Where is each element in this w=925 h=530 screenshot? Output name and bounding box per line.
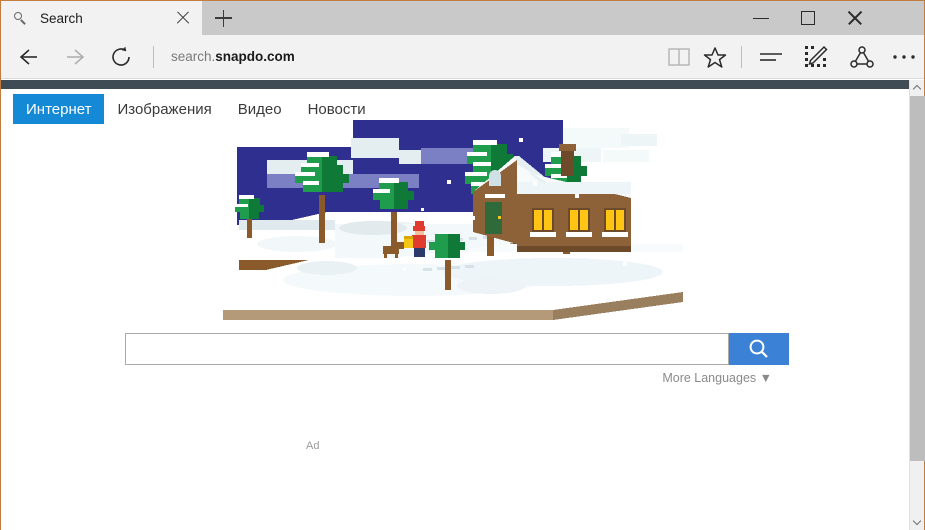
- address-bar[interactable]: search.snapdo.com: [171, 49, 295, 64]
- browser-tab-search[interactable]: Search: [1, 1, 202, 35]
- page-scrollbar[interactable]: [909, 80, 925, 530]
- close-icon[interactable]: [174, 9, 192, 27]
- browser-window: Search search.snapdo.com Интернет Изобра…: [0, 0, 925, 530]
- search-input[interactable]: [125, 333, 729, 365]
- reload-icon[interactable]: [99, 35, 145, 79]
- ad-label: Ad: [306, 440, 320, 452]
- page-content: Интернет Изображения Видео Новости More …: [1, 80, 909, 530]
- site-nav-tab-images[interactable]: Изображения: [104, 94, 224, 124]
- url-prefix: search.: [171, 49, 216, 64]
- site-nav-tab-internet[interactable]: Интернет: [13, 94, 105, 124]
- book-icon[interactable]: [659, 35, 699, 79]
- toolbar-divider: [741, 46, 742, 68]
- winter-cabin-illustration: [223, 120, 693, 320]
- title-bar: Search: [1, 1, 924, 35]
- maximize-icon[interactable]: [785, 1, 831, 35]
- star-icon[interactable]: [695, 35, 735, 79]
- more-languages-link[interactable]: More Languages ▼: [662, 371, 772, 385]
- chevron-down-icon[interactable]: [910, 514, 925, 530]
- more-ellipsis-icon[interactable]: [885, 35, 923, 79]
- share-icon[interactable]: [841, 35, 883, 79]
- scrollbar-thumb[interactable]: [910, 96, 925, 461]
- pencil-note-icon[interactable]: [795, 35, 837, 79]
- back-arrow-icon[interactable]: [5, 35, 51, 79]
- new-tab-button[interactable]: [202, 1, 244, 35]
- navigation-bar: search.snapdo.com: [1, 35, 924, 79]
- address-divider: [153, 46, 154, 68]
- tab-title: Search: [40, 10, 83, 26]
- chevron-up-icon[interactable]: [910, 80, 925, 96]
- search-button[interactable]: [729, 333, 789, 365]
- close-icon[interactable]: [832, 1, 878, 35]
- site-top-strip: [1, 80, 909, 89]
- url-domain: snapdo.com: [215, 49, 295, 64]
- search-icon: [12, 10, 28, 26]
- hub-lines-icon[interactable]: [751, 35, 791, 79]
- minimize-icon[interactable]: [738, 1, 784, 35]
- search-row: [125, 333, 789, 365]
- forward-arrow-icon[interactable]: [53, 35, 99, 79]
